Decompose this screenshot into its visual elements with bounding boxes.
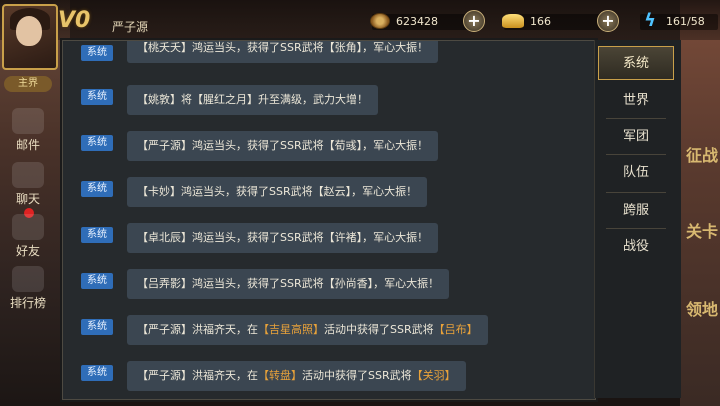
side-ranking-button[interactable]: 排行榜 [0, 266, 56, 311]
ranking-icon [12, 266, 44, 292]
side-friends-button[interactable]: 好友 [0, 214, 56, 259]
chat-message-list[interactable]: 系统 【桃夭夭】鸿运当头，获得了SSR武将【张角】，军心大振！ 系统 【姚敦】将… [63, 41, 595, 399]
friends-icon [12, 214, 44, 240]
channel-tabs: 系统 世界 军团 队伍 跨服 战役 [598, 46, 674, 284]
hero-name-highlight: 【关羽】 [411, 369, 456, 382]
message-bubble: 【卓北辰】鸿运当头，获得了SSR武将【许褚】，军心大振！ [127, 223, 439, 253]
message-text-pre: 【严子源】洪福齐天，在 [137, 323, 258, 336]
message-bubble: 【吕弄影】鸿运当头，获得了SSR武将【孙尚香】，军心大振！ [127, 269, 450, 299]
tab-divider [606, 228, 666, 229]
coins-resource: 623428 [370, 12, 438, 30]
player-avatar[interactable] [2, 4, 58, 70]
deco-label-3: 领地 [685, 300, 718, 319]
message-text: 【卓北辰】鸿运当头，获得了SSR武将【许褚】，军心大振！ [137, 231, 429, 244]
add-ingots-button[interactable]: + [597, 10, 619, 32]
deco-label-1: 征战 [685, 146, 718, 165]
message-text-mid: 活动中获得了SSR武将 [302, 369, 412, 382]
deco-label-2: 关卡 [685, 222, 718, 241]
message-text: 【卡妙】鸿运当头，获得了SSR武将【赵云】，军心大振！ [137, 185, 418, 198]
tab-world[interactable]: 世界 [598, 84, 674, 118]
avatar-face [16, 16, 42, 46]
tab-team[interactable]: 队伍 [598, 156, 674, 190]
player-name: 严子源 [112, 20, 149, 34]
chat-panel: 系统 【桃夭夭】鸿运当头，获得了SSR武将【张角】，军心大振！ 系统 【姚敦】将… [62, 40, 596, 400]
message-bubble: 【严子源】洪福齐天，在【转盘】活动中获得了SSR武将【关羽】 [127, 361, 466, 391]
lightning-icon: ϟ [644, 10, 656, 31]
ingots-resource: 166 [502, 12, 551, 30]
energy-resource: ϟ 161/58 [642, 10, 705, 31]
message-text: 【吕弄影】鸿运当头，获得了SSR武将【孙尚香】，军心大振！ [137, 277, 440, 290]
event-name-highlight: 【吉星高照】 [258, 323, 324, 336]
tab-divider [606, 192, 666, 193]
ingots-value: 166 [530, 14, 551, 28]
coin-icon [370, 13, 390, 29]
system-tag: 系统 [81, 89, 113, 105]
home-button[interactable]: 主界 [4, 76, 52, 92]
system-tag: 系统 [81, 45, 113, 61]
message-text-pre: 【严子源】洪福齐天，在 [137, 369, 258, 382]
system-tag: 系统 [81, 227, 113, 243]
side-mail-label: 邮件 [15, 138, 40, 152]
mail-icon [12, 108, 44, 134]
system-tag: 系统 [81, 181, 113, 197]
message-bubble: 【桃夭夭】鸿运当头，获得了SSR武将【张角】，军心大振！ [127, 41, 439, 63]
message-bubble: 【严子源】鸿运当头，获得了SSR武将【荀彧】，军心大振！ [127, 131, 439, 161]
chat-icon [12, 162, 44, 188]
tab-divider [606, 154, 666, 155]
energy-value: 161/58 [666, 14, 705, 28]
tab-divider [606, 118, 666, 119]
hero-name-highlight: 【吕布】 [433, 323, 478, 336]
side-friends-label: 好友 [15, 244, 40, 258]
side-ranking-label: 排行榜 [9, 296, 46, 310]
background-right-scenery [680, 0, 720, 406]
tab-cross-server[interactable]: 跨服 [598, 194, 674, 228]
add-coins-button[interactable]: + [463, 10, 485, 32]
system-tag: 系统 [81, 365, 113, 381]
system-tag: 系统 [81, 135, 113, 151]
message-text: 【桃夭夭】鸿运当头，获得了SSR武将【张角】，军心大振！ [137, 41, 429, 54]
coins-value: 623428 [396, 14, 438, 28]
message-bubble: 【严子源】洪福齐天，在【吉星高照】活动中获得了SSR武将【吕布】 [127, 315, 488, 345]
message-bubble: 【卡妙】鸿运当头，获得了SSR武将【赵云】，军心大振！ [127, 177, 428, 207]
tab-system[interactable]: 系统 [598, 46, 674, 80]
side-chat-label: 聊天 [15, 192, 40, 206]
event-name-highlight: 【转盘】 [258, 369, 302, 382]
message-bubble: 【姚敦】将【腥红之月】升至满级，武力大增！ [127, 85, 378, 115]
tab-legion[interactable]: 军团 [598, 120, 674, 154]
message-text-mid: 活动中获得了SSR武将 [324, 323, 434, 336]
message-text: 【严子源】鸿运当头，获得了SSR武将【荀彧】，军心大振！ [137, 139, 429, 152]
side-mail-button[interactable]: 邮件 [0, 108, 56, 153]
system-tag: 系统 [81, 319, 113, 335]
system-tag: 系统 [81, 273, 113, 289]
vip-level-badge: V0 [58, 8, 91, 33]
gold-ingot-icon [502, 14, 524, 28]
side-chat-button[interactable]: 聊天 [0, 162, 56, 207]
tab-campaign[interactable]: 战役 [598, 230, 674, 264]
message-text: 【姚敦】将【腥红之月】升至满级，武力大增！ [137, 93, 368, 106]
